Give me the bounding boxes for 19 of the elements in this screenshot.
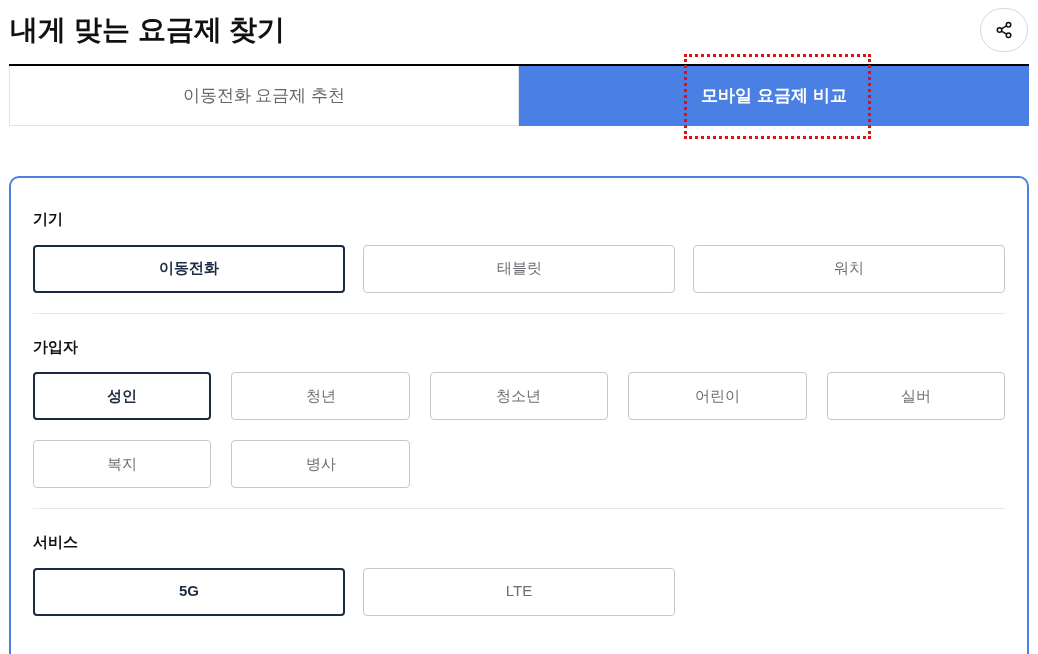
option-button[interactable]: 병사 <box>231 440 410 488</box>
tab[interactable]: 모바일 요금제 비교 <box>519 66 1029 126</box>
tab[interactable]: 이동전화 요금제 추천 <box>9 66 519 126</box>
option-button[interactable]: LTE <box>363 567 675 616</box>
option-button[interactable]: 청년 <box>231 372 410 420</box>
page-title: 내게 맞는 요금제 찾기 <box>9 13 286 47</box>
option-button[interactable]: 이동전화 <box>33 244 345 293</box>
section-label: 기기 <box>33 209 64 229</box>
share-icon <box>995 21 1013 39</box>
option-button[interactable]: 어린이 <box>628 372 807 420</box>
option-button[interactable]: 5G <box>33 567 345 616</box>
section-label: 서비스 <box>33 532 79 552</box>
option-button[interactable]: 복지 <box>33 440 212 488</box>
option-button[interactable]: 성인 <box>33 372 212 420</box>
option-button[interactable]: 청소년 <box>429 372 609 420</box>
option-button[interactable]: 워치 <box>693 244 1005 293</box>
option-button[interactable]: 태블릿 <box>363 244 675 293</box>
option-button[interactable]: 실버 <box>826 372 1005 420</box>
section-label: 가입자 <box>33 336 79 357</box>
